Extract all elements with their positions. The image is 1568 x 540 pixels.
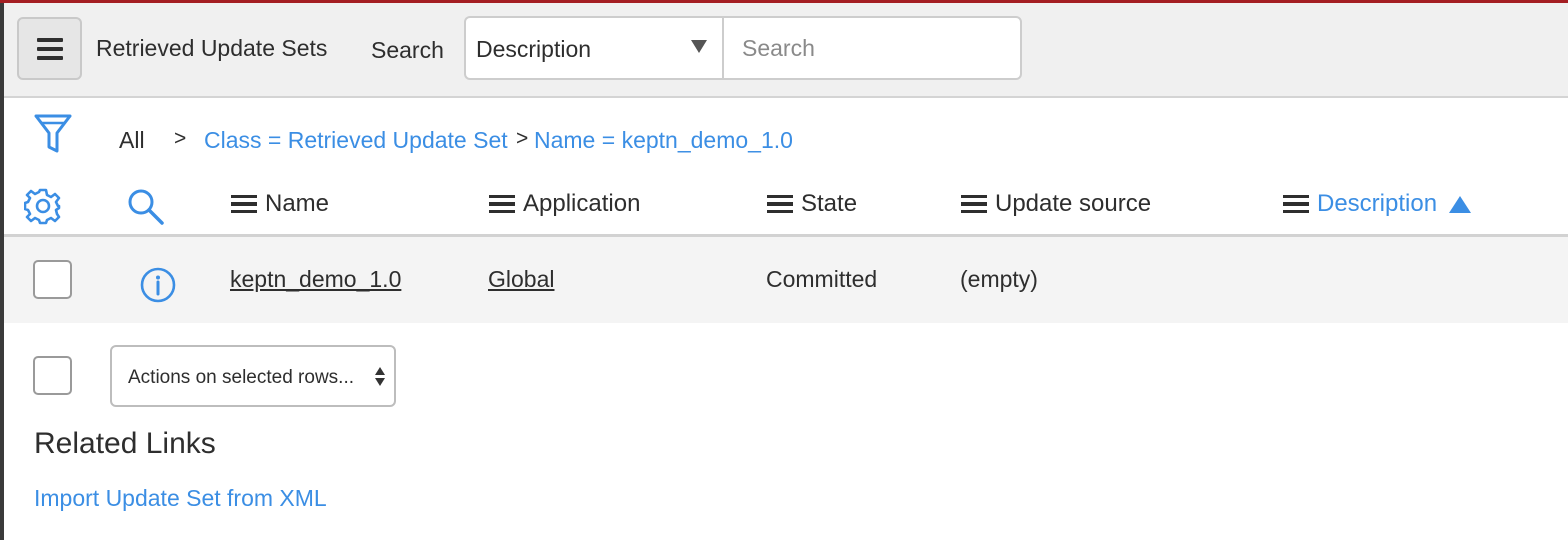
menu-icon [36, 37, 63, 42]
info-icon[interactable] [139, 266, 177, 309]
breadcrumb-filter-name[interactable]: Name = keptn_demo_1.0 [534, 127, 793, 154]
list-menu-button[interactable] [17, 17, 82, 80]
column-menu-icon[interactable] [489, 194, 515, 214]
actions-select-label: Actions on selected rows... [128, 367, 354, 388]
column-menu-icon[interactable] [231, 194, 257, 214]
column-menu-icon[interactable] [1283, 194, 1309, 214]
search-field-select[interactable]: Description [464, 16, 724, 80]
cell-update-source: (empty) [960, 266, 1038, 292]
column-label: State [801, 190, 858, 217]
search-label: Search [371, 37, 444, 63]
cell-state: Committed [766, 266, 878, 292]
column-header-update-source[interactable]: Update source [961, 190, 1151, 218]
select-arrows-icon [375, 367, 385, 386]
filter-icon[interactable] [34, 113, 72, 160]
column-header-application[interactable]: Application [489, 190, 640, 218]
column-header-description[interactable]: Description [1283, 190, 1472, 218]
column-menu-icon[interactable] [961, 194, 987, 214]
breadcrumb-filter-class[interactable]: Class = Retrieved Update Set [204, 127, 508, 154]
search-input[interactable] [722, 16, 1022, 80]
actions-select[interactable]: Actions on selected rows... [110, 345, 396, 407]
cell-application-link[interactable]: Global [488, 266, 554, 293]
search-field-value: Description [476, 36, 592, 62]
breadcrumb-separator: > [174, 127, 187, 150]
cell-name-link[interactable]: keptn_demo_1.0 [230, 266, 401, 293]
column-label: Update source [995, 190, 1152, 217]
menu-icon-bar [36, 46, 63, 51]
magnify-icon[interactable] [126, 187, 166, 232]
row-select-checkbox[interactable] [33, 260, 72, 299]
import-update-set-link[interactable]: Import Update Set from XML [34, 485, 327, 512]
column-header-state[interactable]: State [767, 190, 857, 218]
sort-ascending-icon [1449, 195, 1472, 213]
breadcrumb-separator: > [516, 127, 529, 150]
breadcrumb-all[interactable]: All [119, 127, 145, 154]
column-header-name[interactable]: Name [231, 190, 329, 218]
menu-icon-bar [36, 55, 63, 60]
list-title: Retrieved Update Sets [96, 35, 328, 61]
column-menu-icon[interactable] [767, 194, 793, 214]
list-header: Retrieved Update Sets Search Description [4, 3, 1568, 98]
column-label: Name [265, 190, 330, 217]
column-label: Application [523, 190, 641, 217]
gear-icon[interactable] [23, 187, 62, 230]
related-links-title: Related Links [34, 427, 216, 460]
chevron-down-icon [691, 40, 707, 53]
column-label: Description [1317, 190, 1438, 217]
select-all-checkbox[interactable] [33, 356, 72, 395]
